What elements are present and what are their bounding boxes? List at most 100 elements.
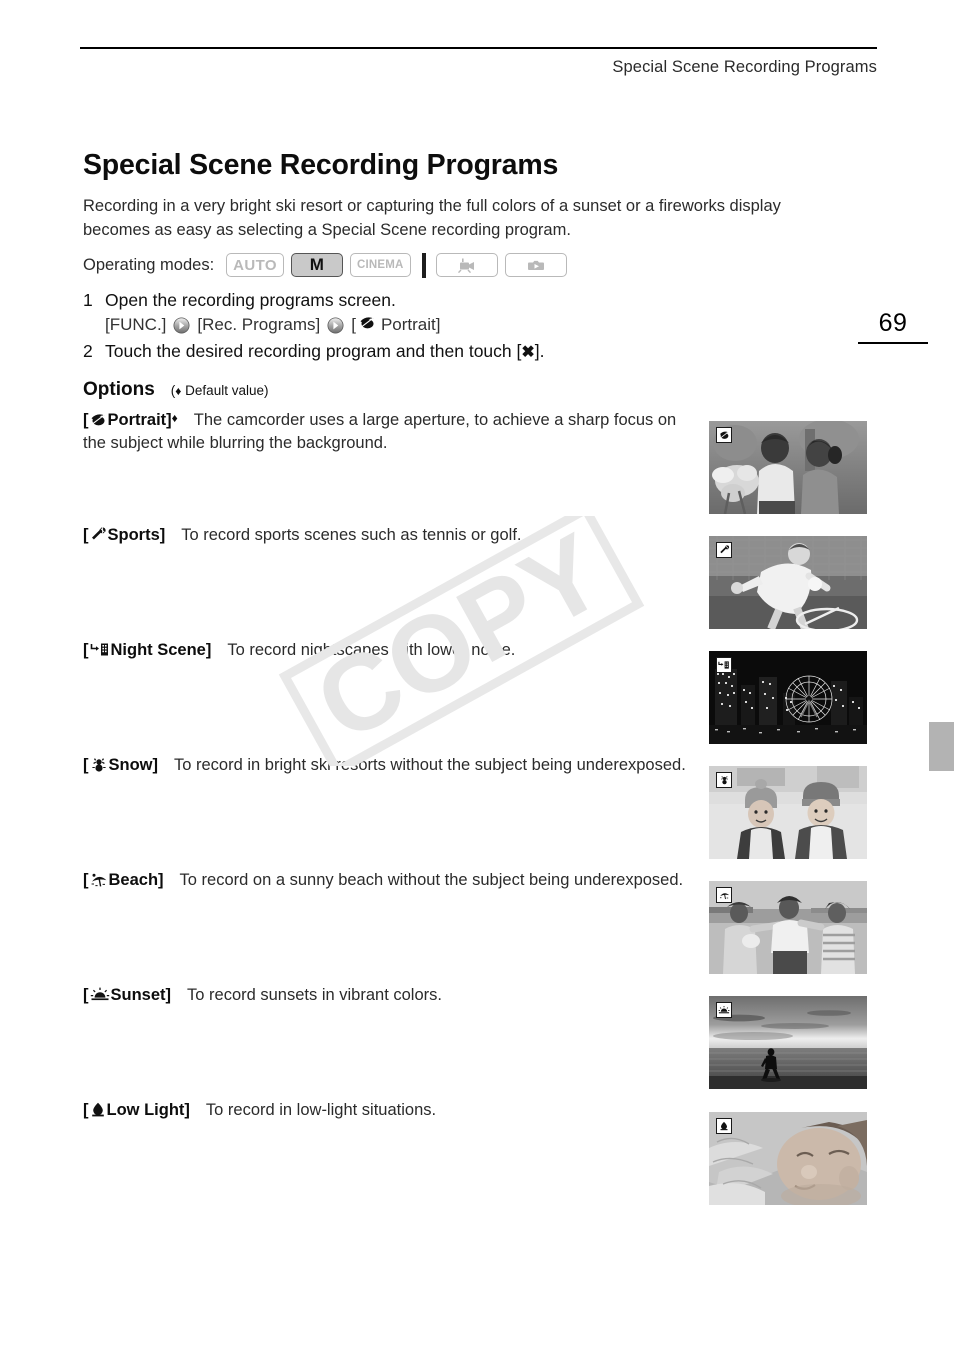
option-low-light: [ Low Light] To record in low-light situat… [83,1099,698,1122]
option-sports-bracket: [ [83,526,89,544]
mode-separator [421,252,426,278]
thumbnail-badge-beach-icon [716,887,732,903]
option-beach-description: To record on a sunny beach without the s… [179,871,684,889]
option-snow-description: To record in bright ski resorts without … [174,756,686,774]
beach-sample-photo [709,881,867,974]
chapter-edge-tab [929,722,954,771]
option-snow: [ Snow] To record in bright ski resorts wi… [83,754,698,777]
step-2-suffix: ]. [534,341,545,361]
mode-badge-cinema-label: CINEMA [356,259,404,271]
option-sports: [ Sports] To record sports scenes such as … [83,524,698,547]
option-snow-bracket: [ [83,756,89,774]
portrait-icon [359,315,376,335]
thumbnail-low-light [709,1112,867,1205]
thumbnail-badge-night-scene-icon [716,657,732,673]
sunset-icon [89,986,111,1004]
options-label: Options [83,379,155,400]
document-page: Special Scene Recording Programs 69 COPY… [0,0,954,1352]
option-portrait-bracket: [ [83,411,89,429]
thumbnail-beach [709,881,867,974]
arrow-right-icon-2 [327,317,344,334]
arrow-right-icon [173,317,190,334]
step-2-text: Touch the desired recording program and … [105,341,522,361]
mode-badge-auto-label: AUTO [233,256,277,274]
thumbnail-badge-low-light-icon [716,1118,732,1134]
option-night-scene-tag: [Night Scene] [83,641,211,659]
operating-modes-row: Operating modes: AUTO M CINEMA [83,252,574,278]
option-night-scene: [Night Scene] To record nightscapes with … [83,639,698,662]
mode-badge-cinema[interactable]: CINEMA [349,253,411,277]
mode-badge-manual[interactable]: M [290,253,343,277]
option-beach-name: Beach] [108,871,164,889]
night-scene-sample-photo [709,651,867,744]
options-note-text: Default value) [185,383,269,398]
page-number-rule [858,342,928,344]
option-sunset-tag: [ Sunset] [83,986,171,1004]
portrait-icon [89,411,108,429]
beach-icon [89,871,109,889]
option-low-light-description: To record in low-light situations. [205,1101,437,1119]
option-snow-tag: [ Snow] [83,756,158,774]
option-sunset-description: To record sunsets in vibrant colors. [187,986,442,1004]
thumbnail-sunset [709,996,867,1089]
menu-path-portrait-open: [ [351,315,356,334]
option-sports-name: Sports] [107,526,166,544]
option-night-scene-name: Night Scene] [110,641,212,659]
thumbnail-badge-sports-icon [716,542,732,558]
thumbnail-badge-portrait-icon [716,427,732,443]
option-low-light-tag: [ Low Light] [83,1101,190,1119]
portrait-sample-photo [709,421,867,514]
night-scene-icon [89,641,111,659]
option-snow-name: Snow] [108,756,159,774]
thumbnail-badge-snow-icon [716,772,732,788]
options-note: (♦ Default value) [171,383,269,398]
step-1-text: Open the recording programs screen. [105,290,396,310]
step-2: 2 Touch the desired recording program an… [83,341,783,362]
mode-badge-movie[interactable] [435,253,498,277]
option-sports-tag: [ Sports] [83,526,165,544]
option-sports-description: To record sports scenes such as tennis o… [181,526,522,544]
snow-icon [89,756,109,774]
sports-sample-photo [709,536,867,629]
option-portrait-tag: [ Portrait]♦ [83,411,178,429]
option-sunset-bracket: [ [83,986,89,1004]
operating-modes-label: Operating modes: [83,255,215,274]
menu-path-portrait-label: Portrait] [380,315,441,334]
mode-badge-manual-label: M [309,255,325,274]
photo-mode-icon [525,258,547,273]
option-night-scene-description: To record nightscapes with lower noise. [227,641,516,659]
thumbnail-portrait [709,421,867,514]
low-light-icon [89,1101,107,1119]
option-beach-bracket: [ [83,871,89,889]
thumbnail-snow [709,766,867,859]
intro-paragraph: Recording in a very bright ski resort or… [83,197,781,239]
movie-mode-icon [456,258,478,273]
default-diamond-icon: ♦ [175,384,182,398]
low-light-sample-photo [709,1112,867,1205]
option-low-light-bracket: [ [83,1101,89,1119]
option-low-light-name: Low Light] [106,1101,190,1119]
step-1-menu-path: [FUNC.] [Rec. Programs] [Portrait] [105,315,783,335]
step-1-number: 1 [83,290,93,310]
thumbnail-sports [709,536,867,629]
mode-badge-auto[interactable]: AUTO [226,253,284,277]
option-beach: [ Beach] To record on a sunny beach withou… [83,869,698,892]
option-beach-tag: [ Beach] [83,871,164,889]
option-sunset-name: Sunset] [110,986,172,1004]
option-portrait: [Portrait]♦ The camcorder uses a large ap… [83,409,698,456]
instruction-steps: 1 Open the recording programs screen. [F… [83,290,783,365]
step-1: 1 Open the recording programs screen. [83,290,783,311]
page-title: Special Scene Recording Programs [83,149,559,181]
menu-path-rec-programs: [Rec. Programs] [197,315,321,334]
page-number: 69 [878,309,908,337]
sunset-sample-photo [709,996,867,1089]
mode-badge-photo[interactable] [504,253,567,277]
snow-sample-photo [709,766,867,859]
option-sunset: [ Sunset] To record sunsets in vibrant col… [83,984,698,1007]
default-diamond-icon: ♦ [171,411,178,425]
step-2-number: 2 [83,341,93,361]
header-rule [80,47,877,49]
thumbnail-night-scene [709,651,867,744]
menu-path-func: [FUNC.] [105,315,167,334]
option-portrait-name: Portrait] [107,411,172,429]
